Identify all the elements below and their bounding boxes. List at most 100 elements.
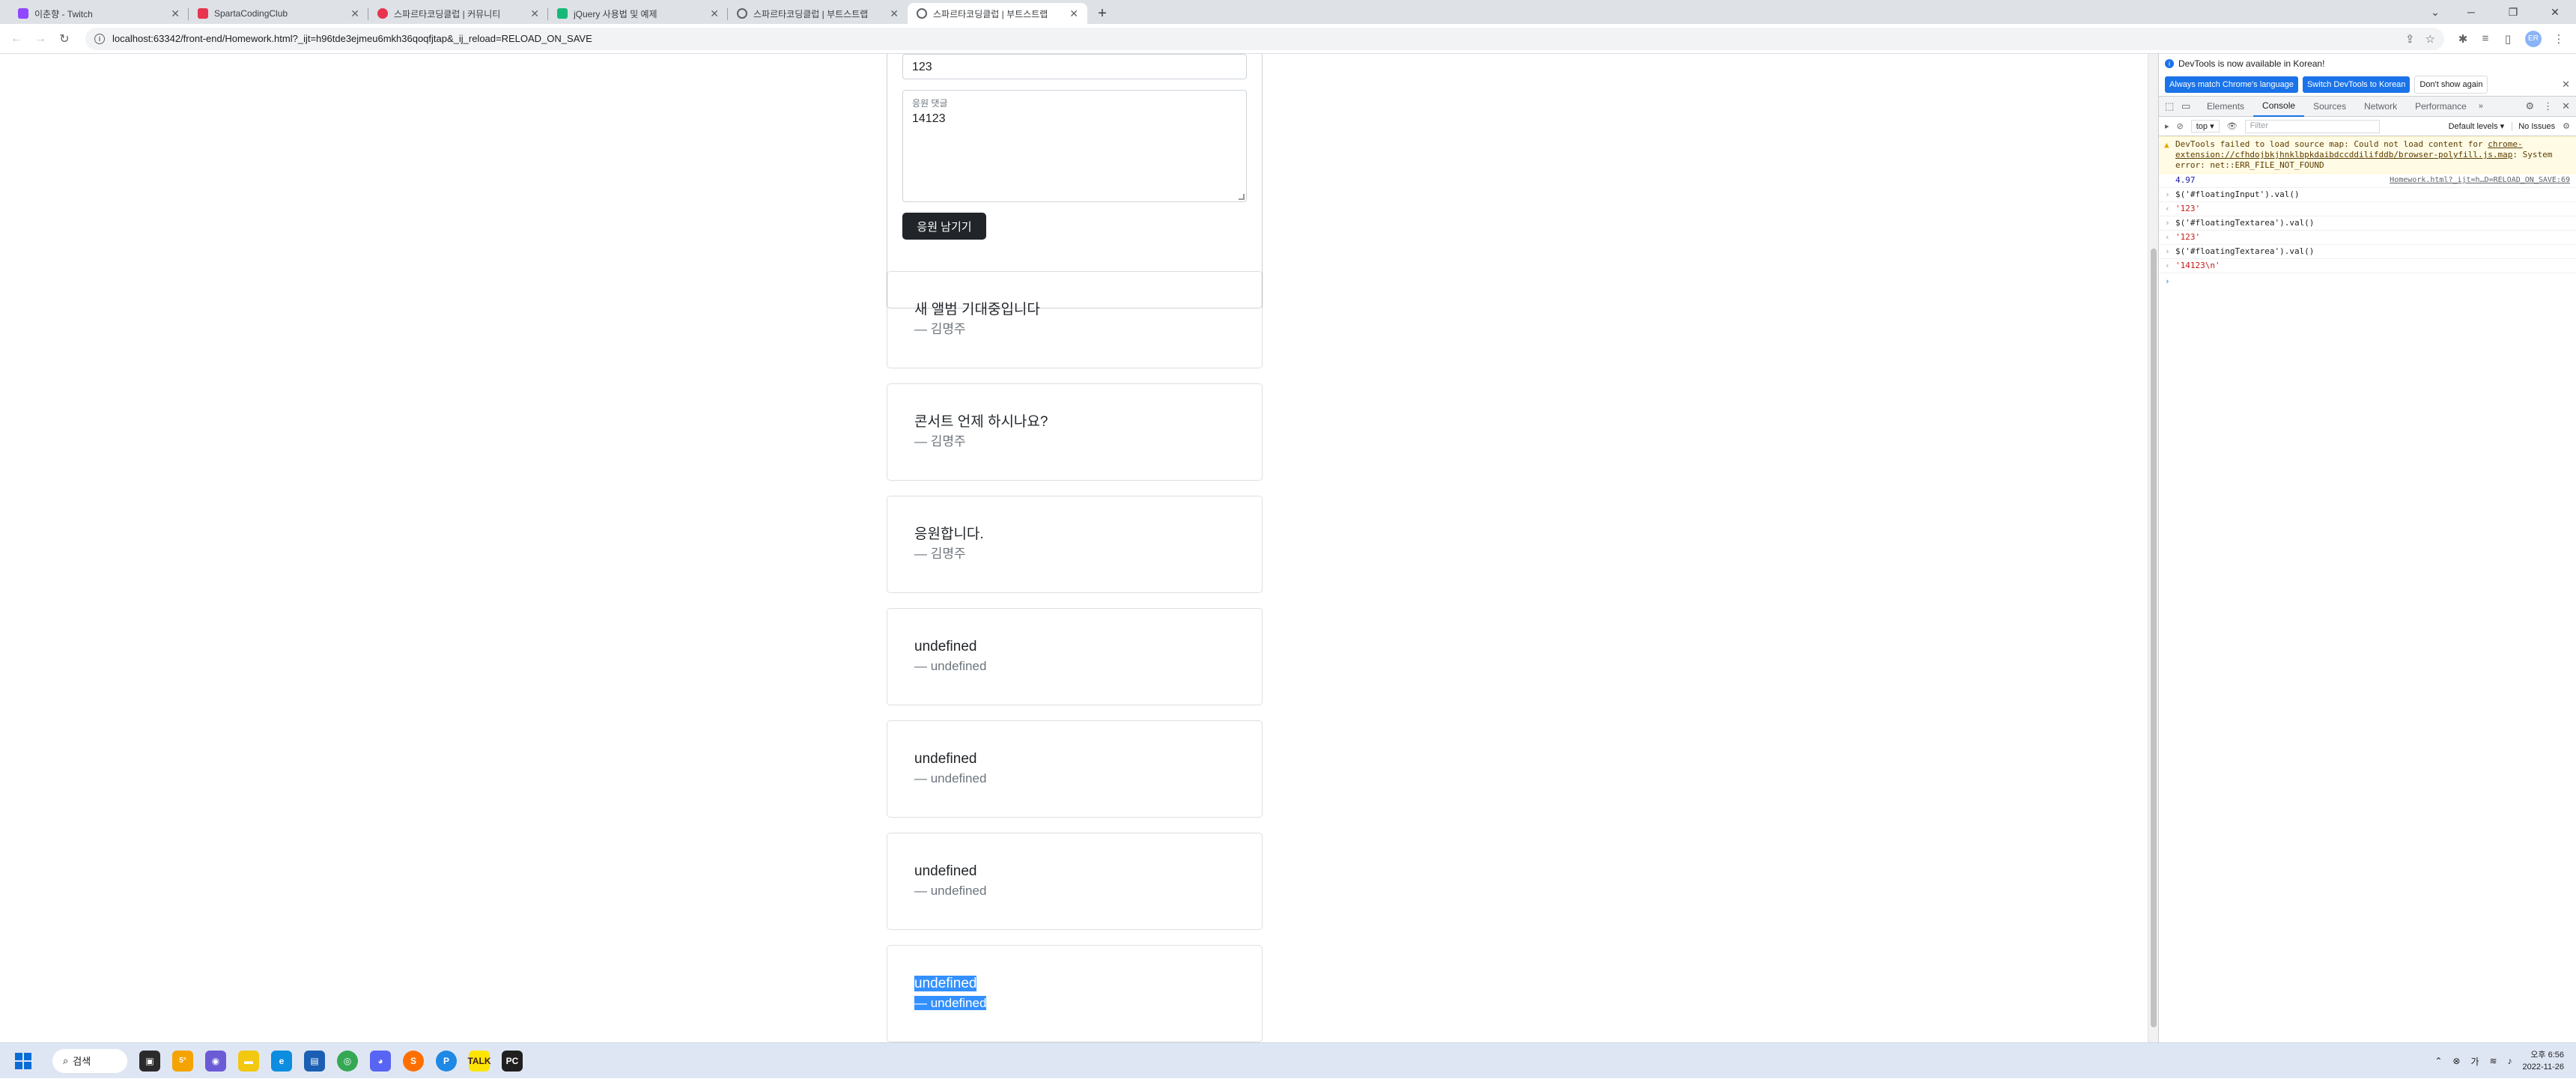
browser-tab-active[interactable]: 스파르타코딩클럽 | 부트스트랩 ✕	[908, 3, 1087, 24]
kakaotalk-icon[interactable]: TALK	[467, 1050, 491, 1072]
web-page: 123 응원 댓글 14123 응원 남기기 새 앨범 기대중입니다 — 김명주…	[0, 54, 2148, 1042]
comment-text: undefined	[914, 751, 977, 767]
site-info-icon[interactable]: i	[94, 33, 105, 44]
comment-textarea[interactable]: 응원 댓글 14123	[902, 90, 1247, 202]
live-expression-eye-icon[interactable]: 👁	[2227, 121, 2238, 131]
extensions-icon[interactable]: ✱	[2452, 28, 2474, 50]
issues-counter[interactable]: No Issues	[2512, 121, 2555, 131]
resize-handle-icon[interactable]	[1239, 194, 1245, 200]
switch-korean-button[interactable]: Switch DevTools to Korean	[2302, 76, 2411, 93]
teams-chat-icon[interactable]: ◉	[205, 1050, 226, 1072]
tab-sources[interactable]: Sources	[2304, 97, 2355, 117]
log-levels-dropdown[interactable]: Default levels ▾	[2449, 121, 2505, 131]
page-scrollbar[interactable]	[2148, 54, 2158, 1042]
tray-app-icon[interactable]: ⊗	[2452, 1056, 2460, 1066]
close-tab-icon[interactable]: ✕	[350, 7, 359, 20]
close-tab-icon[interactable]: ✕	[890, 7, 899, 20]
browser-tab[interactable]: 스파르타코딩클럽 | 부트스트랩 ✕	[728, 3, 908, 24]
more-tabs-icon[interactable]: »	[2476, 102, 2486, 111]
comment-author: — undefined	[914, 996, 987, 1010]
comment-author: — undefined	[914, 659, 987, 673]
chrome-icon[interactable]: ◎	[337, 1050, 358, 1072]
browser-toolbar: ← → ↻ i localhost:63342/front-end/Homewo…	[0, 24, 2576, 54]
comment-form-card: 123 응원 댓글 14123 응원 남기기	[887, 54, 1263, 308]
close-tab-icon[interactable]: ✕	[530, 7, 539, 20]
warning-icon: ▲	[2164, 140, 2169, 150]
minimize-button[interactable]: ─	[2450, 0, 2492, 24]
browser-tab[interactable]: 이춘향 - Twitch ✕	[9, 3, 189, 24]
browser-tab[interactable]: SpartaCodingClub ✕	[189, 3, 368, 24]
devtools-menu-icon[interactable]: ⋮	[2543, 100, 2553, 112]
weather-icon[interactable]: 5°	[172, 1050, 193, 1072]
address-bar[interactable]: i localhost:63342/front-end/Homework.htm…	[85, 27, 2444, 50]
volume-icon[interactable]: ♪	[2508, 1056, 2512, 1066]
comment-card: undefined — undefined	[887, 608, 1263, 705]
close-tab-icon[interactable]: ✕	[710, 7, 719, 20]
pycharm-icon[interactable]: PC	[502, 1050, 523, 1072]
console-result: ‹ '123'	[2159, 231, 2576, 245]
clear-console-icon[interactable]: ⊘	[2177, 121, 2184, 131]
close-devtools-icon[interactable]: ✕	[2562, 100, 2570, 112]
back-button[interactable]: ←	[6, 28, 27, 49]
app-s-icon[interactable]: S	[403, 1050, 424, 1072]
media-icon[interactable]: ≡	[2474, 28, 2497, 50]
inspect-element-icon[interactable]: ⬚	[2165, 100, 2181, 112]
context-selector[interactable]: top ▾	[2190, 120, 2220, 133]
comment-author: — undefined	[914, 771, 987, 785]
log-source-link[interactable]: Homework.html?_ijt=h…D=RELOAD_ON_SAVE:69	[2390, 175, 2570, 186]
windows-start-icon[interactable]	[15, 1052, 31, 1069]
close-tab-icon[interactable]: ✕	[1069, 7, 1078, 20]
side-panel-icon[interactable]: ▯	[2497, 28, 2519, 50]
new-tab-button[interactable]: +	[1092, 3, 1113, 24]
close-tab-icon[interactable]: ✕	[171, 7, 180, 20]
scrollbar-thumb[interactable]	[2151, 249, 2157, 1027]
browser-tab[interactable]: 스파르타코딩클럽 | 커뮤니티 ✕	[368, 3, 548, 24]
reload-button[interactable]: ↻	[54, 28, 75, 49]
match-language-button[interactable]: Always match Chrome's language	[2165, 76, 2298, 93]
tab-elements[interactable]: Elements	[2198, 97, 2253, 117]
url-text[interactable]: localhost:63342/front-end/Homework.html?…	[112, 33, 2395, 44]
taskbar-search[interactable]: ⌕ 검색	[52, 1048, 127, 1073]
share-icon[interactable]: ⇪	[2405, 32, 2415, 46]
tab-performance[interactable]: Performance	[2406, 97, 2476, 117]
comment-card: 응원합니다. — 김명주	[887, 496, 1263, 593]
app-blue-icon[interactable]: P	[436, 1050, 457, 1072]
language-indicator[interactable]: 가	[2470, 1055, 2479, 1068]
tab-console[interactable]: Console	[2253, 97, 2305, 117]
close-window-button[interactable]: ✕	[2534, 0, 2576, 24]
forward-button[interactable]: →	[30, 28, 51, 49]
submit-comment-button[interactable]: 응원 남기기	[902, 213, 986, 240]
maximize-button[interactable]: ❐	[2492, 0, 2534, 24]
menu-kebab-icon[interactable]: ⋮	[2548, 28, 2570, 50]
settings-gear-icon[interactable]: ⚙	[2525, 100, 2534, 112]
globe-icon	[737, 8, 747, 19]
close-notice-icon[interactable]: ✕	[2562, 79, 2570, 91]
device-toolbar-icon[interactable]: ▭	[2181, 100, 2198, 112]
tab-search-icon[interactable]: ⌄	[2420, 0, 2450, 24]
profile-avatar[interactable]: ER	[2525, 30, 2542, 47]
edge-browser-icon[interactable]: e	[271, 1050, 292, 1072]
console-prompt[interactable]: ›	[2159, 273, 2576, 289]
comment-card: 새 앨범 기대중입니다 — 김명주	[887, 271, 1263, 368]
console-log-line: Homework.html?_ijt=h…D=RELOAD_ON_SAVE:69…	[2159, 174, 2576, 188]
discord-icon[interactable]: ◕	[370, 1050, 391, 1072]
console-filter-input[interactable]: Filter	[2244, 119, 2380, 133]
devtools-panel: i DevTools is now available in Korean! A…	[2158, 54, 2576, 1042]
bookmark-star-icon[interactable]: ☆	[2425, 32, 2435, 46]
wifi-icon[interactable]: ≋	[2489, 1056, 2497, 1066]
console-settings-icon[interactable]: ⚙	[2563, 121, 2570, 131]
task-view-icon[interactable]: ▣	[139, 1050, 160, 1072]
notice-text: DevTools is now available in Korean!	[2178, 58, 2325, 69]
comment-text: 응원합니다.	[914, 526, 984, 542]
microsoft-store-icon[interactable]: ▤	[304, 1050, 325, 1072]
comment-card: undefined — undefined	[887, 720, 1263, 818]
file-explorer-icon[interactable]: ▬	[238, 1050, 259, 1072]
dont-show-again-button[interactable]: Don't show again	[2414, 76, 2488, 94]
console-toolbar: ▸ ⊘ top ▾ 👁 Filter Default levels ▾ No I…	[2159, 117, 2576, 136]
clock[interactable]: 오후 6:56 2022-11-26	[2523, 1049, 2564, 1073]
sidebar-toggle-icon[interactable]: ▸	[2165, 121, 2169, 131]
browser-tab[interactable]: jQuery 사용법 및 예제 ✕	[548, 3, 728, 24]
chevron-up-icon[interactable]: ⌃	[2434, 1056, 2442, 1066]
name-input[interactable]: 123	[902, 54, 1247, 79]
tab-network[interactable]: Network	[2355, 97, 2406, 117]
